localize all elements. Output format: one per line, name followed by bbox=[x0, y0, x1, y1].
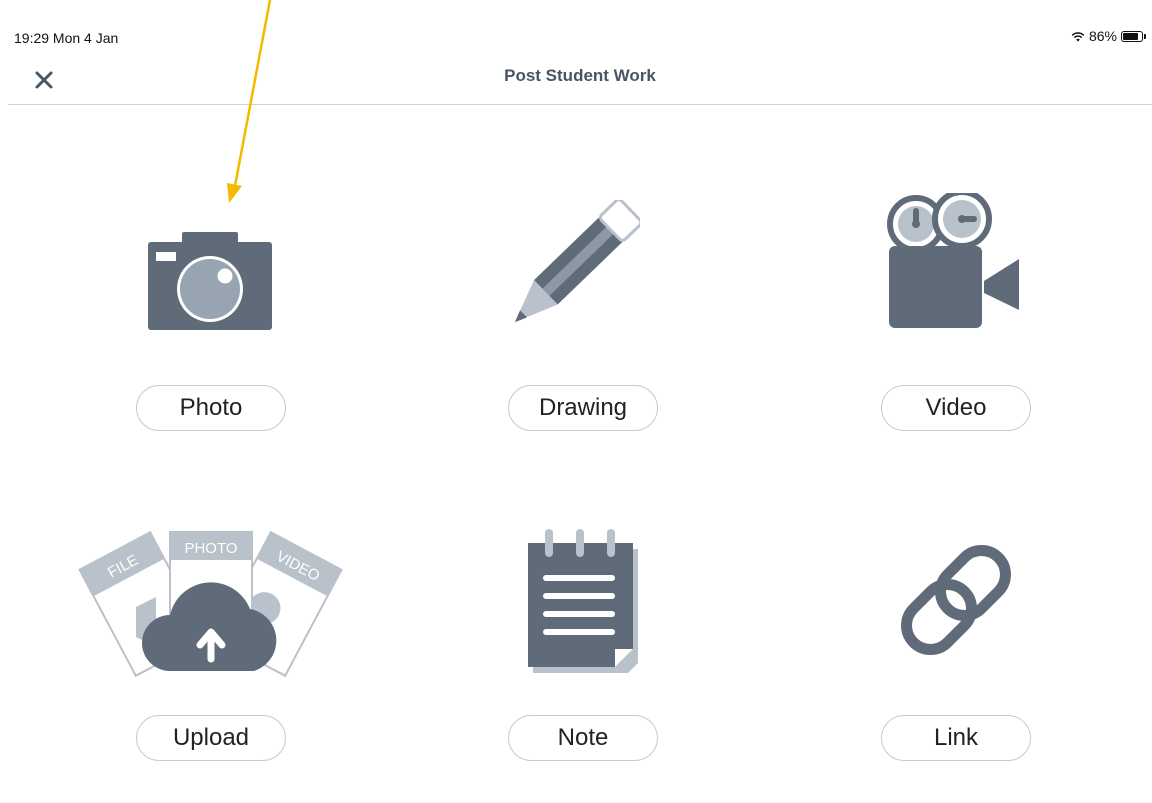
video-button[interactable]: Video bbox=[881, 385, 1031, 431]
option-video[interactable]: Video bbox=[831, 175, 1081, 435]
drawing-label: Drawing bbox=[538, 394, 628, 421]
upload-label: Upload bbox=[172, 724, 250, 751]
status-bar: 19:29 Mon 4 Jan 86% bbox=[0, 0, 1152, 60]
note-label: Note bbox=[557, 724, 609, 751]
pencil-icon bbox=[514, 200, 640, 323]
post-student-work-screen: 19:29 Mon 4 Jan 86% Post Student Work Ph… bbox=[0, 0, 1152, 803]
photo-label: Photo bbox=[179, 394, 243, 421]
cloud-upload-icon: FILE VIDEO PHOTO bbox=[78, 530, 343, 678]
svg-text:PHOTO: PHOTO bbox=[184, 540, 237, 557]
option-drawing[interactable]: Drawing bbox=[458, 175, 708, 435]
video-label: Video bbox=[925, 394, 987, 421]
link-label: Link bbox=[933, 724, 979, 751]
video-camera-icon bbox=[887, 193, 1019, 328]
option-note[interactable]: Note bbox=[458, 505, 708, 765]
note-button[interactable]: Note bbox=[508, 715, 658, 761]
battery-icon bbox=[1121, 30, 1143, 42]
wifi-icon bbox=[1071, 31, 1085, 41]
battery-percentage: 86% bbox=[1088, 28, 1117, 44]
upload-button[interactable]: Upload bbox=[136, 715, 286, 761]
navigation-bar: Post Student Work bbox=[8, 56, 1152, 105]
page-title: Post Student Work bbox=[504, 66, 656, 85]
status-time: 19:29 Mon 4 Jan bbox=[14, 30, 119, 46]
option-photo[interactable]: Photo bbox=[86, 175, 336, 435]
photo-button[interactable]: Photo bbox=[136, 385, 286, 431]
status-indicators: 86% bbox=[1071, 28, 1146, 44]
link-icon bbox=[901, 545, 1011, 655]
link-button[interactable]: Link bbox=[881, 715, 1031, 761]
notepad-icon bbox=[528, 529, 638, 673]
option-link[interactable]: Link bbox=[831, 505, 1081, 765]
drawing-button[interactable]: Drawing bbox=[508, 385, 658, 431]
camera-icon bbox=[148, 232, 272, 330]
option-upload[interactable]: FILE VIDEO PHOTO Upload bbox=[78, 505, 343, 765]
battery-level-fill bbox=[1123, 32, 1138, 40]
